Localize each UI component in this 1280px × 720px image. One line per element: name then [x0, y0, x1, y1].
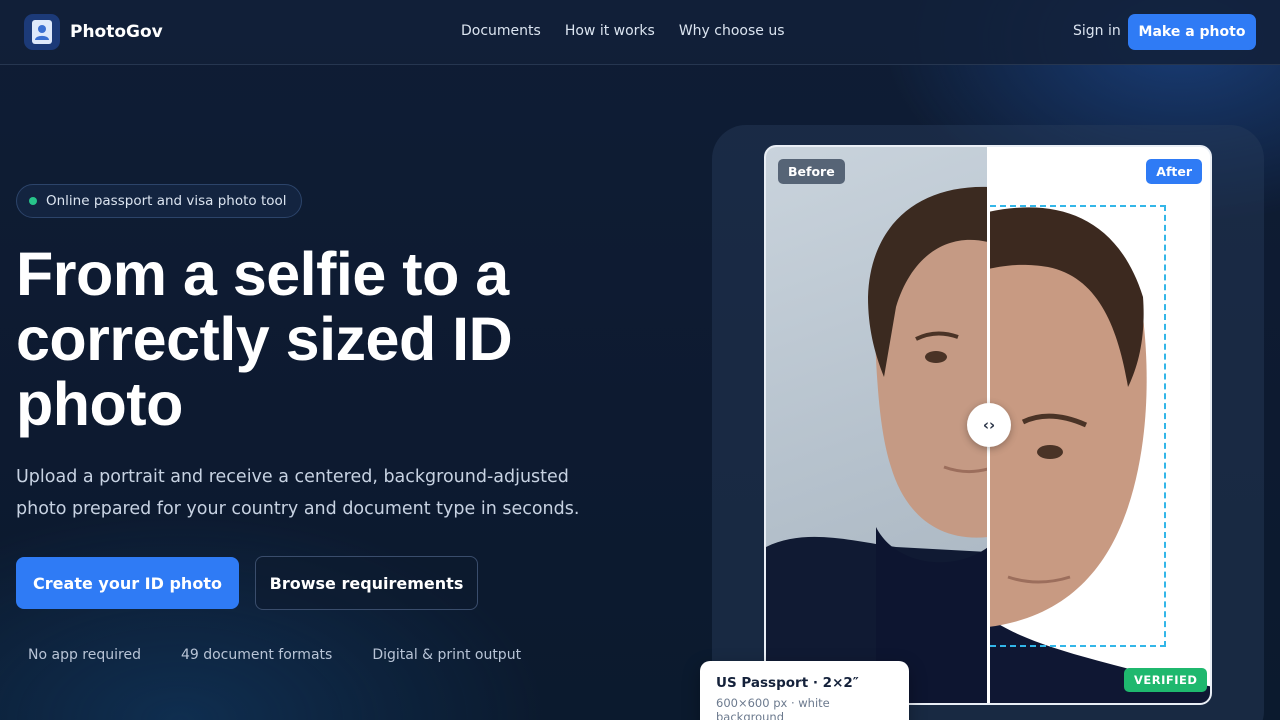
status-dot-icon: [29, 197, 37, 205]
crop-guide: [990, 205, 1166, 647]
nav-how-it-works[interactable]: How it works: [565, 23, 655, 39]
nav-why-choose-us[interactable]: Why choose us: [679, 23, 785, 39]
feature-item: 49 document formats: [180, 647, 333, 663]
after-tag: After: [1146, 159, 1202, 184]
feature-item: Digital & print output: [372, 647, 522, 663]
create-id-photo-button[interactable]: Create your ID photo: [16, 557, 239, 609]
hero-badge: Online passport and visa photo tool: [16, 184, 302, 218]
drag-handle-arrows-icon[interactable]: ‹›: [967, 403, 1011, 447]
spec-title: US Passport · 2×2″: [716, 675, 859, 691]
sign-in-link[interactable]: Sign in: [1073, 23, 1121, 39]
main-nav: Documents How it works Why choose us: [461, 23, 785, 39]
before-tag: Before: [778, 159, 845, 184]
feature-list: No app required 49 document formats Digi…: [28, 647, 521, 663]
hero-badge-label: Online passport and visa photo tool: [46, 193, 287, 209]
before-after-comparison[interactable]: Before After ‹› VERIFIED: [764, 145, 1212, 705]
brand-logo[interactable]: PhotoGov: [24, 14, 163, 50]
spec-card: US Passport · 2×2″ 600×600 px · white ba…: [700, 661, 909, 720]
verified-badge: VERIFIED: [1124, 668, 1208, 692]
before-photo: Before: [766, 147, 989, 703]
id-portrait-icon: [24, 14, 60, 50]
hero-subtext: Upload a portrait and receive a centered…: [16, 467, 580, 519]
site-header: PhotoGov Documents How it works Why choo…: [0, 0, 1280, 65]
make-photo-button[interactable]: Make a photo: [1128, 14, 1256, 50]
hero-headline: From a selfie to a correctly sized ID ph…: [16, 240, 513, 438]
browse-requirements-button[interactable]: Browse requirements: [255, 556, 478, 610]
brand-name: PhotoGov: [70, 22, 163, 42]
feature-item: No app required: [28, 647, 141, 663]
nav-documents[interactable]: Documents: [461, 23, 541, 39]
spec-subtitle: 600×600 px · white background: [716, 696, 830, 720]
